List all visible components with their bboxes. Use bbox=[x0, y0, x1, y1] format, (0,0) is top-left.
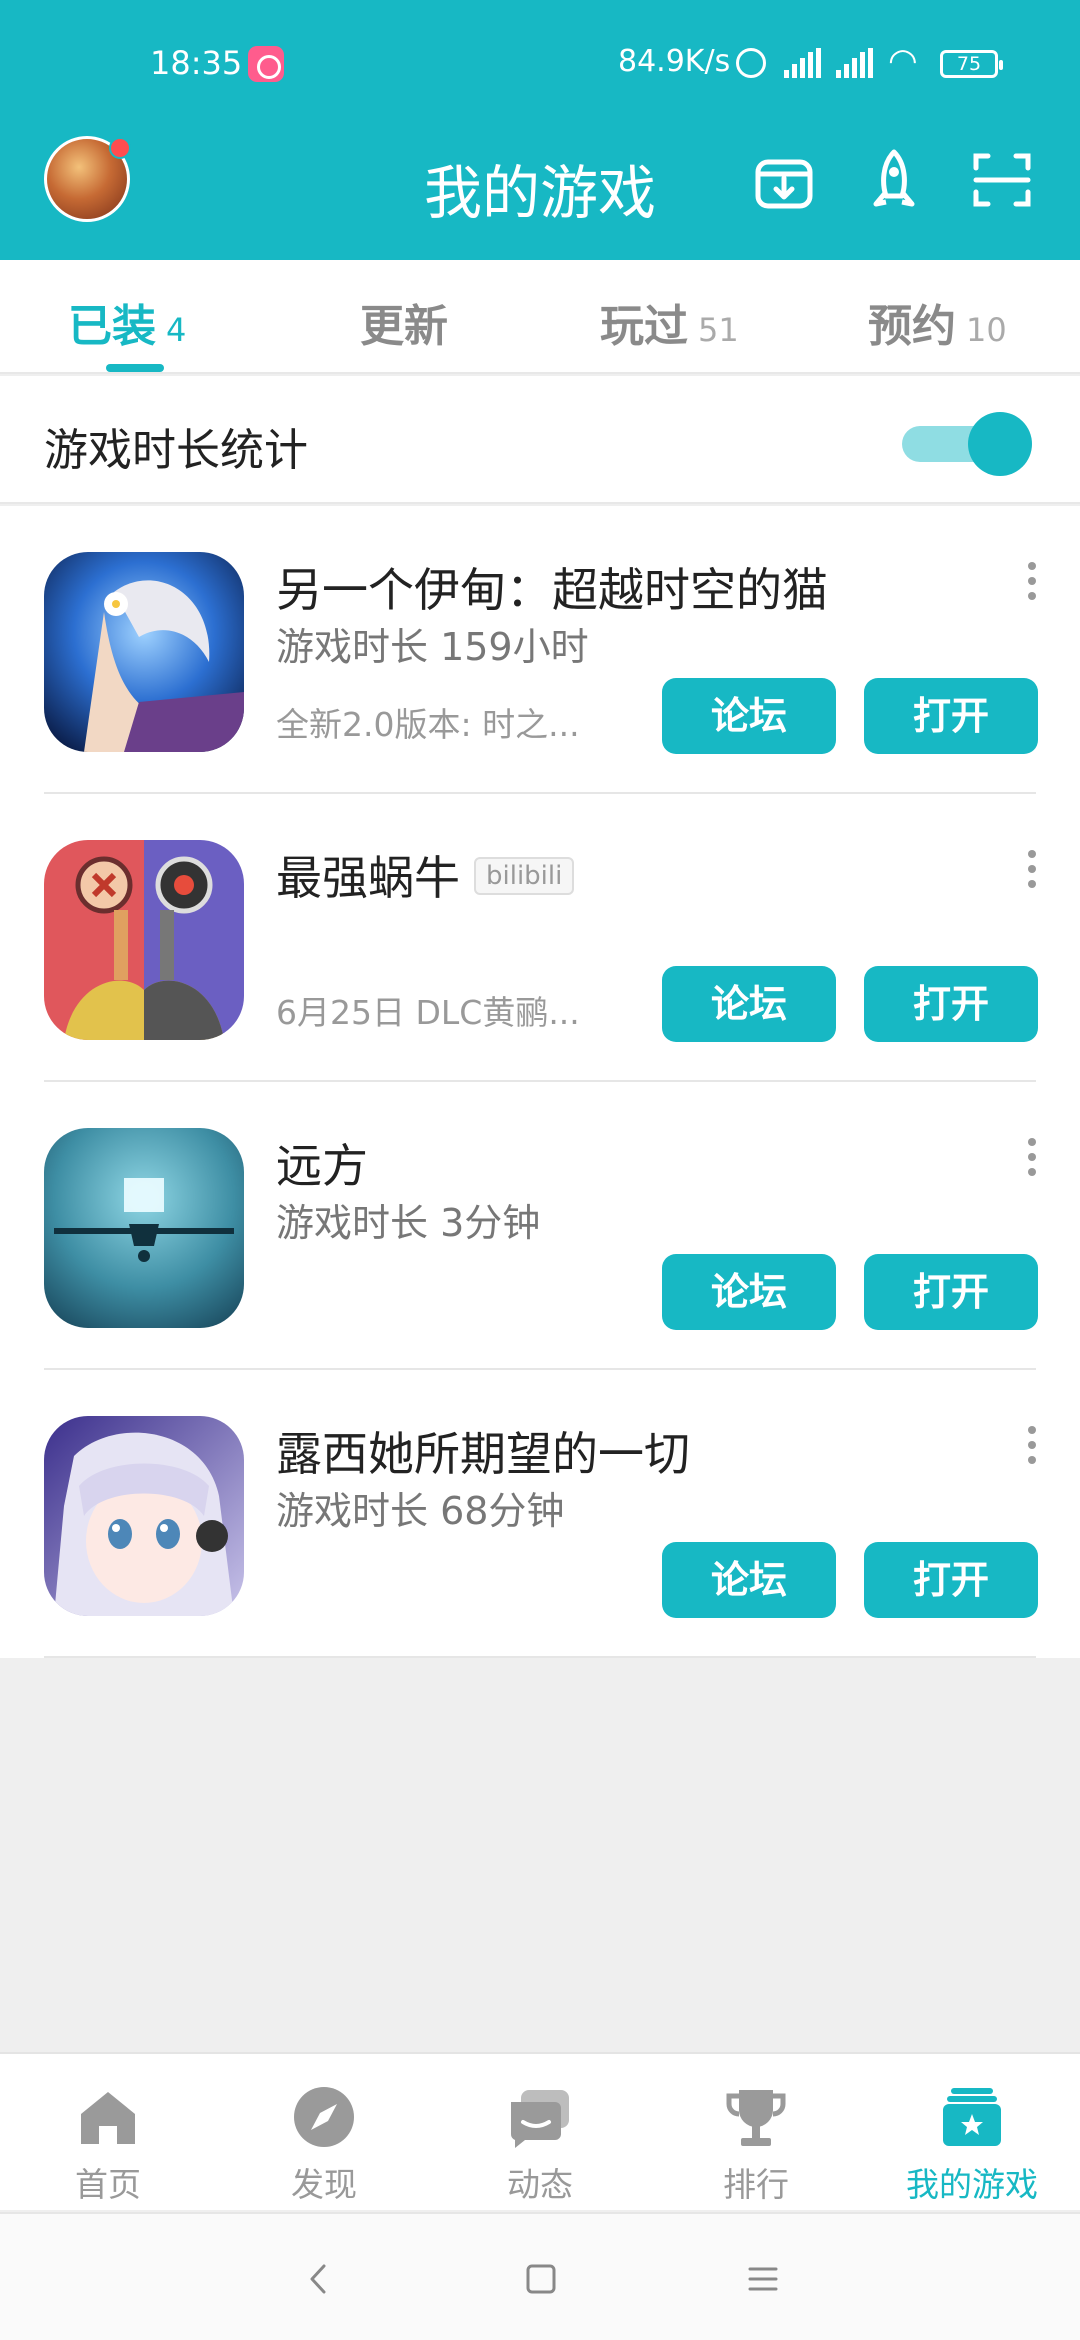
tab-count: 51 bbox=[698, 311, 739, 349]
more-options-icon[interactable] bbox=[1024, 1426, 1040, 1476]
toggle-knob bbox=[968, 412, 1032, 476]
list-item[interactable]: 另一个伊甸：超越时空的猫 游戏时长 159小时 全新2.0版本: 时之... 论… bbox=[0, 506, 1080, 794]
forum-button[interactable]: 论坛 bbox=[662, 1254, 836, 1330]
game-library-icon bbox=[943, 2088, 1001, 2146]
tab-count: 4 bbox=[166, 311, 187, 349]
back-icon[interactable] bbox=[294, 2254, 344, 2304]
open-button[interactable]: 打开 bbox=[864, 966, 1038, 1042]
recents-icon[interactable] bbox=[738, 2254, 788, 2304]
tab-label: 更新 bbox=[360, 301, 448, 352]
game-playtime: 游戏时长 3分钟 bbox=[276, 1201, 541, 1245]
alarm-icon bbox=[736, 48, 766, 78]
open-button[interactable]: 打开 bbox=[864, 1254, 1038, 1330]
compass-icon bbox=[294, 2087, 354, 2147]
game-playtime: 游戏时长 159小时 bbox=[276, 625, 589, 669]
wifi-icon: ◠ bbox=[888, 41, 918, 81]
scan-icon[interactable] bbox=[970, 148, 1034, 212]
game-title: 露西她所期望的一切 bbox=[276, 1427, 690, 1481]
notification-app-icon bbox=[248, 46, 284, 82]
bottom-navigation: 首页 发现 动态 排行 我的游戏 bbox=[0, 2052, 1080, 2210]
page-title-text: 我的游戏 bbox=[423, 159, 656, 227]
nav-item-my-games[interactable]: 我的游戏 bbox=[902, 2082, 1042, 2206]
more-options-icon[interactable] bbox=[1024, 1138, 1040, 1188]
nav-item-discover[interactable]: 发现 bbox=[254, 2082, 394, 2206]
nav-label: 我的游戏 bbox=[906, 2165, 1038, 2204]
home-square-icon[interactable] bbox=[516, 2254, 566, 2304]
game-title: 最强蜗牛 bbox=[276, 851, 460, 905]
publisher-tag: bilibili bbox=[474, 856, 575, 895]
tab-indicator bbox=[106, 364, 164, 372]
divider bbox=[44, 1656, 1036, 1658]
tab-played[interactable]: 玩过 51 bbox=[600, 290, 739, 354]
game-icon[interactable] bbox=[44, 1128, 244, 1328]
tab-label: 已装 bbox=[68, 301, 156, 352]
nav-item-ranking[interactable]: 排行 bbox=[686, 2082, 826, 2206]
list-item[interactable]: 最强蜗牛 bilibili 6月25日 DLC黄鹂... 论坛 打开 bbox=[0, 794, 1080, 1082]
download-icon[interactable] bbox=[752, 148, 816, 212]
game-update-note: 全新2.0版本: 时之... bbox=[276, 705, 580, 744]
more-options-icon[interactable] bbox=[1024, 850, 1040, 900]
more-options-icon[interactable] bbox=[1024, 562, 1040, 612]
battery-icon: 75 bbox=[940, 50, 1003, 78]
nav-label: 排行 bbox=[723, 2165, 789, 2204]
forum-button[interactable]: 论坛 bbox=[662, 966, 836, 1042]
playtime-stats-label: 游戏时长统计 bbox=[44, 425, 308, 476]
tab-count: 10 bbox=[966, 311, 1007, 349]
game-list: 另一个伊甸：超越时空的猫 游戏时长 159小时 全新2.0版本: 时之... 论… bbox=[0, 506, 1080, 1658]
network-speed: 84.9K/s bbox=[618, 44, 731, 79]
forum-button[interactable]: 论坛 bbox=[662, 1542, 836, 1618]
nav-label: 动态 bbox=[507, 2165, 573, 2204]
status-time: 18:35 bbox=[150, 44, 243, 82]
list-item[interactable]: 远方 游戏时长 3分钟 论坛 打开 bbox=[0, 1082, 1080, 1370]
game-title: 另一个伊甸：超越时空的猫 bbox=[276, 563, 828, 617]
home-icon bbox=[81, 2092, 135, 2144]
app-header: 18:35 84.9K/s ◠ 75 我的游戏 bbox=[0, 0, 1080, 260]
nav-label: 首页 bbox=[75, 2165, 141, 2204]
tab-bar: 已装 4 更新 玩过 51 预约 10 bbox=[0, 260, 1080, 374]
game-art-snail bbox=[44, 840, 244, 1040]
signal-icon bbox=[836, 48, 873, 78]
tab-label: 预约 bbox=[868, 301, 956, 352]
forum-button[interactable]: 论坛 bbox=[662, 678, 836, 754]
nav-label: 发现 bbox=[291, 2165, 357, 2204]
game-update-note: 6月25日 DLC黄鹂... bbox=[276, 993, 580, 1032]
open-button[interactable]: 打开 bbox=[864, 678, 1038, 754]
open-button[interactable]: 打开 bbox=[864, 1542, 1038, 1618]
tab-installed[interactable]: 已装 4 bbox=[68, 290, 186, 354]
playtime-stats-row: 游戏时长统计 bbox=[0, 376, 1080, 504]
list-item[interactable]: 露西她所期望的一切 游戏时长 68分钟 论坛 打开 bbox=[0, 1370, 1080, 1658]
tab-updates[interactable]: 更新 bbox=[360, 290, 448, 354]
trophy-icon bbox=[726, 2090, 786, 2146]
game-icon[interactable] bbox=[44, 552, 244, 752]
playtime-stats-toggle[interactable] bbox=[902, 412, 1032, 476]
game-title: 远方 bbox=[276, 1139, 368, 1193]
game-art-lucy bbox=[44, 1416, 244, 1616]
status-bar: 18:35 84.9K/s ◠ 75 bbox=[0, 0, 1080, 120]
game-art-another-eden bbox=[44, 552, 244, 752]
signal-hd-icon bbox=[784, 48, 821, 78]
game-icon[interactable] bbox=[44, 840, 244, 1040]
nav-item-feed[interactable]: 动态 bbox=[470, 2082, 610, 2206]
game-art-far bbox=[44, 1128, 244, 1328]
tab-reserved[interactable]: 预约 10 bbox=[868, 290, 1007, 354]
nav-item-home[interactable]: 首页 bbox=[38, 2082, 178, 2206]
rocket-icon[interactable] bbox=[862, 148, 926, 212]
chat-icon bbox=[510, 2090, 569, 2148]
system-navigation-bar bbox=[0, 2212, 1080, 2340]
game-title-row: 最强蜗牛 bilibili bbox=[276, 842, 575, 908]
tab-label: 玩过 bbox=[600, 301, 688, 352]
game-playtime: 游戏时长 68分钟 bbox=[276, 1489, 565, 1533]
game-icon[interactable] bbox=[44, 1416, 244, 1616]
